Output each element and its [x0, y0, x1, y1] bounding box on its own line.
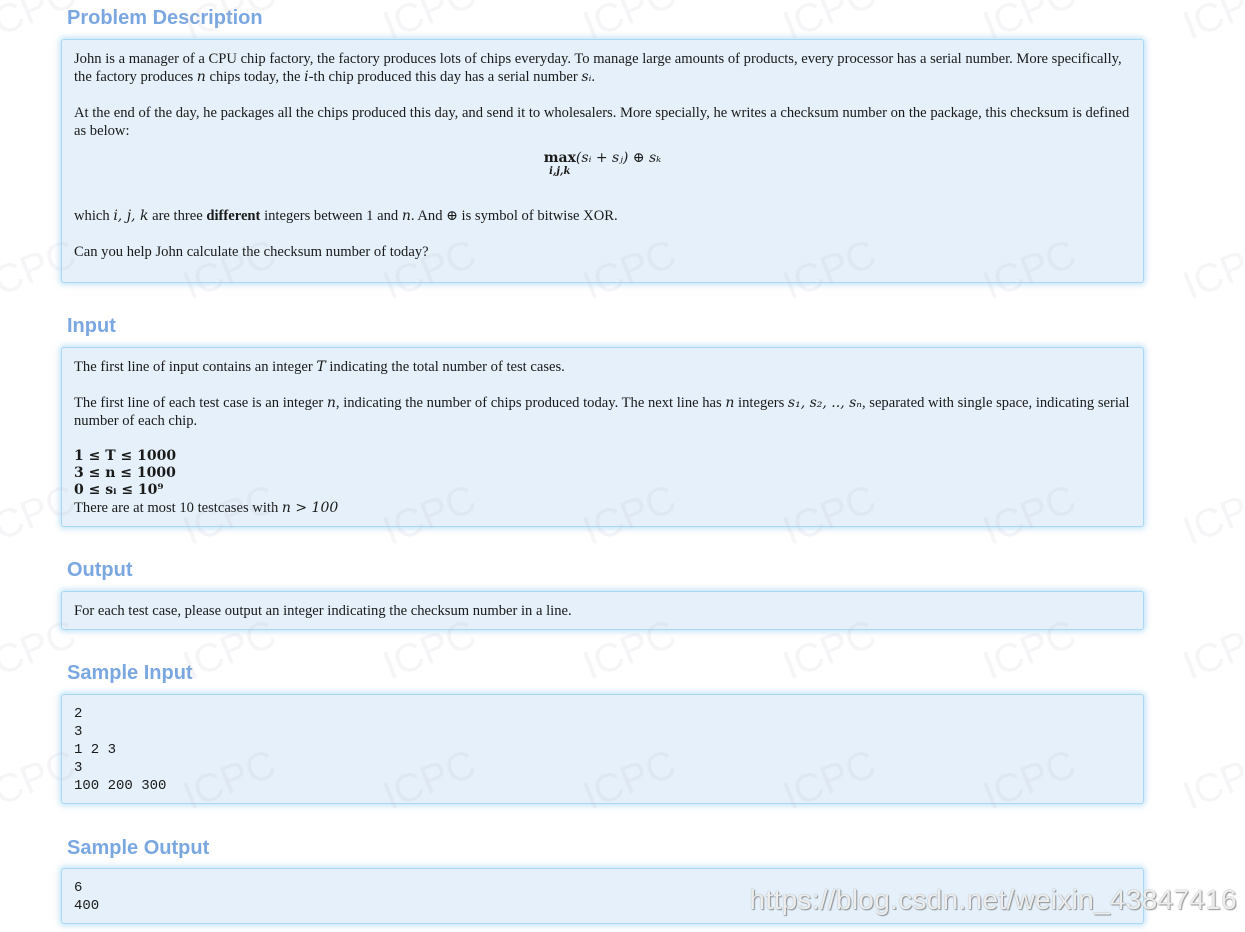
- icpc-watermark-tile: ICPC: [1177, 232, 1245, 309]
- text-span: integers: [734, 395, 788, 411]
- output-paragraph: For each test case, please output an int…: [74, 603, 572, 619]
- text-span: which: [74, 208, 114, 224]
- input-title: Input: [67, 315, 116, 337]
- formula-subscript: i,j,k: [549, 166, 571, 177]
- math-var-T: T: [316, 359, 326, 375]
- input-paragraph-1: The first line of input contains an inte…: [74, 358, 1131, 376]
- checksum-formula: max i,j,k (sᵢ + sⱼ) ⊕ sₖ: [74, 150, 1131, 177]
- output-box: For each test case, please output an int…: [61, 591, 1144, 630]
- formula-max-operator: max i,j,k: [544, 150, 576, 177]
- constraints: 1 ≤ T ≤ 1000 3 ≤ n ≤ 1000 0 ≤ sᵢ ≤ 10⁹ T…: [74, 448, 1131, 517]
- text-span: The first line of input contains an inte…: [74, 359, 317, 375]
- input-box: The first line of input contains an inte…: [61, 347, 1144, 527]
- problem-description-title: Problem Description: [67, 7, 263, 29]
- math-n-gt-100: n > 100: [281, 500, 339, 516]
- sample-input-title: Sample Input: [67, 662, 193, 684]
- math-var-n: n: [326, 395, 336, 411]
- text-span: , indicating the number of chips produce…: [335, 395, 726, 411]
- math-var-n: n: [401, 208, 411, 224]
- xor-symbol: ⊕: [446, 208, 458, 224]
- text-span: . And: [410, 208, 447, 224]
- text-span: The first line of each test case is an i…: [74, 395, 327, 411]
- text-span: chips today, the: [205, 69, 305, 85]
- bold-different: different: [206, 208, 261, 224]
- problem-paragraph-2: At the end of the day, he packages all t…: [74, 105, 1130, 139]
- formula-body: (sᵢ + sⱼ) ⊕ sₖ: [575, 150, 662, 166]
- problem-paragraph-4: Can you help John calculate the checksum…: [74, 244, 429, 260]
- icpc-watermark-tile: ICPC: [1177, 0, 1245, 48]
- icpc-watermark-tile: ICPC: [1177, 612, 1245, 689]
- text-span: indicating the total number of test case…: [325, 359, 565, 375]
- problem-paragraph-3: which i, j, k are three different intege…: [74, 207, 1131, 225]
- sample-input-box: 2 3 1 2 3 3 100 200 300: [61, 694, 1144, 804]
- icpc-watermark-tile: ICPC: [1177, 742, 1245, 819]
- math-var-n: n: [196, 69, 206, 85]
- math-sequence: s₁, s₂, .., sₙ: [787, 395, 862, 411]
- math-vars-ijk: i, j, k: [113, 208, 149, 224]
- problem-paragraph-1: John is a manager of a CPU chip factory,…: [74, 50, 1131, 86]
- text-span: is symbol of bitwise XOR.: [457, 208, 618, 224]
- problem-description-box: John is a manager of a CPU chip factory,…: [61, 39, 1144, 283]
- constraint-T: 1 ≤ T ≤ 1000: [74, 448, 177, 464]
- constraint-s: 0 ≤ sᵢ ≤ 10⁹: [74, 482, 164, 498]
- sample-output-title: Sample Output: [67, 837, 210, 859]
- text-span: are three: [148, 208, 207, 224]
- text-span: .: [591, 69, 596, 85]
- constraint-testcases: There are at most 10 testcases with n > …: [74, 500, 338, 516]
- math-var-si: sᵢ: [581, 69, 592, 85]
- sample-input-content: 2 3 1 2 3 3 100 200 300: [74, 706, 167, 794]
- text-span: integers between 1 and: [260, 208, 402, 224]
- constraint-n: 3 ≤ n ≤ 1000: [74, 465, 176, 481]
- icpc-watermark-tile: ICPC: [1177, 477, 1245, 554]
- formula-op: max: [543, 150, 576, 166]
- text-span: There are at most 10 testcases with: [74, 500, 282, 516]
- blog-url-watermark: https://blog.csdn.net/weixin_43847416: [749, 884, 1237, 915]
- text-span: -th chip produced this day has a serial …: [308, 69, 582, 85]
- input-paragraph-2: The first line of each test case is an i…: [74, 394, 1131, 430]
- output-title: Output: [67, 559, 133, 581]
